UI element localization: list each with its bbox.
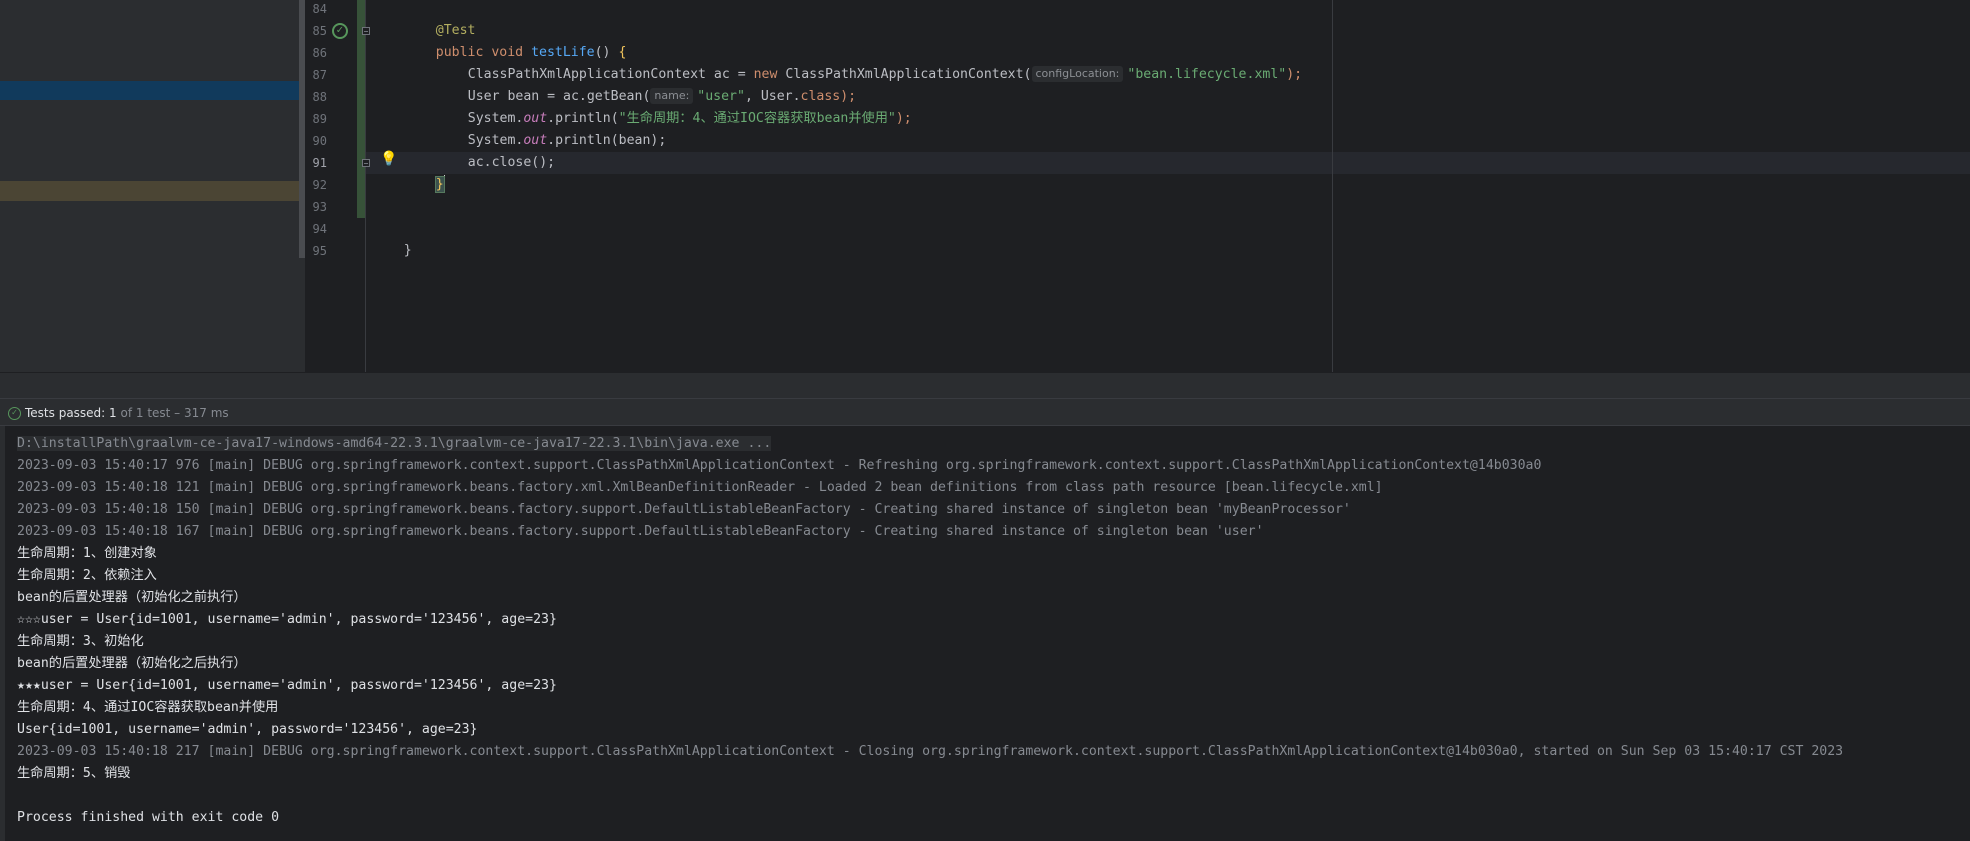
line-number: 87 <box>312 68 327 82</box>
code-line-88[interactable]: System.out.println("生命周期：4、通过IOC容器获取bean… <box>436 86 912 126</box>
test-status-bar: ✓ Tests passed: 1 of 1 test – 317 ms <box>0 398 1970 426</box>
tree-item-highlighted[interactable] <box>0 181 299 201</box>
console-line: D:\installPath\graalvm-ce-java17-windows… <box>17 433 772 455</box>
console-output[interactable]: D:\installPath\graalvm-ce-java17-windows… <box>0 426 1970 841</box>
console-line: 生命周期：1、创建对象 <box>17 546 157 561</box>
code-line-87[interactable]: User bean = ac.getBean(name: "user", User… <box>436 64 856 104</box>
code-line-94[interactable]: } <box>372 218 412 258</box>
code-line-86[interactable]: ClassPathXmlApplicationContext ac = new … <box>436 42 1302 82</box>
code-text: .println(bean); <box>547 133 667 148</box>
command-line-text[interactable]: D:\installPath\graalvm-ce-java17-windows… <box>17 436 772 451</box>
class-close-brace: } <box>403 243 412 258</box>
project-panel[interactable] <box>0 0 299 372</box>
console-line: 生命周期：3、初始化 <box>17 634 144 649</box>
console-line: 生命周期：4、通过IOC容器获取bean并使用 <box>17 700 279 715</box>
code-text: ); <box>1286 67 1303 82</box>
status-count: 1 <box>109 406 117 420</box>
console-line: Process finished with exit code 0 <box>17 810 280 825</box>
console-line: 2023-09-03 15:40:18 121 [main] DEBUG org… <box>17 480 1383 495</box>
console-line: 生命周期：5、销毁 <box>17 766 131 781</box>
line-number: 91 <box>312 156 327 170</box>
line-number: 94 <box>312 222 327 236</box>
console-line: 2023-09-03 15:40:17 976 [main] DEBUG org… <box>17 458 1542 473</box>
code-line-91[interactable]: } <box>404 152 445 193</box>
console-line: bean的后置处理器（初始化之前执行） <box>17 590 247 605</box>
code-line-90[interactable]: ac.close(); <box>436 130 555 170</box>
status-details: of 1 test – 317 ms <box>116 406 229 420</box>
console-line: ★★★user = User{id=1001, username='admin'… <box>17 678 557 693</box>
string-literal: "bean.lifecycle.xml" <box>1127 67 1287 82</box>
console-left-edge <box>0 426 5 841</box>
code-line-85[interactable]: public void testLife() { <box>404 20 627 60</box>
code-line-84[interactable]: @Test <box>404 0 476 38</box>
code-text: ); <box>895 111 912 126</box>
line-number: 92 <box>312 178 327 192</box>
console-line: ☆☆☆user = User{id=1001, username='admin'… <box>17 612 557 627</box>
console-line: 2023-09-03 15:40:18 217 [main] DEBUG org… <box>17 744 1844 759</box>
code-line-89[interactable]: System.out.println(bean); <box>436 108 667 148</box>
console-line: 2023-09-03 15:40:18 150 [main] DEBUG org… <box>17 502 1351 517</box>
fold-icon[interactable] <box>362 27 370 35</box>
close-brace: } <box>434 176 445 193</box>
line-number: 85 <box>312 24 327 38</box>
console-line: bean的后置处理器（初始化之后执行） <box>17 656 247 671</box>
line-number: 84 <box>312 2 327 16</box>
line-number: 89 <box>312 112 327 126</box>
check-circle-icon: ✓ <box>8 407 21 420</box>
gutter-separator <box>365 0 366 372</box>
line-number: 95 <box>312 244 327 258</box>
line-number: 90 <box>312 134 327 148</box>
line-number: 93 <box>312 200 327 214</box>
status-label: Tests passed: <box>25 406 110 420</box>
lightbulb-icon[interactable]: 💡 <box>380 151 397 167</box>
tree-item-selected[interactable] <box>0 81 299 100</box>
line-number: 88 <box>312 90 327 104</box>
fold-icon[interactable] <box>362 159 370 167</box>
code-text: ac.close(); <box>467 155 556 170</box>
text-caret <box>443 175 445 191</box>
tool-window-splitter[interactable] <box>0 372 1970 399</box>
code-editor[interactable]: 84 85 86 87 88 89 90 91 92 93 94 95 ✓ 💡 … <box>305 0 1970 372</box>
console-line: 2023-09-03 15:40:18 167 [main] DEBUG org… <box>17 524 1264 539</box>
line-number: 86 <box>312 46 327 60</box>
parameter-hint: configLocation: <box>1031 66 1124 82</box>
test-status-text: Tests passed: 1 of 1 test – 317 ms <box>25 399 229 427</box>
console-line: 生命周期：2、依赖注入 <box>17 568 157 583</box>
editor-gutter: 84 85 86 87 88 89 90 91 92 93 94 95 <box>305 0 365 372</box>
run-test-icon[interactable]: ✓ <box>332 23 348 39</box>
current-line-highlight <box>366 152 1970 174</box>
console-line: User{id=1001, username='admin', password… <box>17 722 478 737</box>
right-margin-guide <box>1332 0 1333 372</box>
